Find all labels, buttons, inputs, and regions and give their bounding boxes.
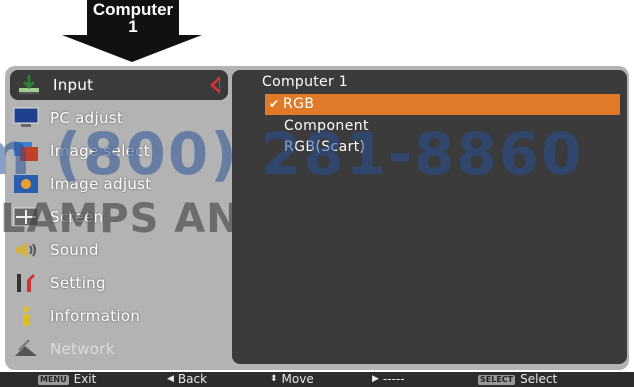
footer-back: ◀ Back — [167, 372, 207, 387]
setting-icon — [12, 271, 40, 295]
callout-arrow-icon — [62, 35, 202, 62]
input-callout: Computer 1 — [62, 0, 202, 62]
sound-icon — [12, 238, 40, 262]
menu-key-icon: MENU — [38, 374, 69, 385]
footer-move: ⬍ Move — [270, 372, 314, 387]
option-rgb[interactable]: ✔ RGB — [265, 94, 620, 115]
menu-item-image-select[interactable]: Image select — [7, 136, 231, 166]
network-icon — [12, 337, 40, 361]
footer-exit-label: Exit — [73, 372, 97, 386]
submenu-title: Computer 1 — [262, 74, 348, 90]
select-key-icon: SELECT — [478, 374, 516, 385]
menu-item-network[interactable]: Network — [7, 334, 231, 364]
menu-item-screen[interactable]: Screen — [7, 202, 231, 232]
option-label: RGB(Scart) — [284, 139, 366, 155]
menu-item-label: Screen — [50, 208, 104, 226]
input-submenu: Computer 1 ✔ RGB Component RGB(Scart) — [232, 70, 627, 364]
main-menu: Input PC adjust Image select Image adjus… — [5, 66, 245, 370]
callout-label: Computer 1 — [87, 0, 179, 36]
menu-item-label: Input — [53, 76, 94, 94]
option-label: RGB — [283, 96, 315, 112]
up-down-arrow-icon: ⬍ — [270, 374, 278, 384]
footer-exit: MENU Exit — [38, 372, 96, 387]
input-icon — [15, 73, 43, 97]
checkmark-icon: ✔ — [269, 97, 280, 111]
right-arrow-icon: ▶ — [372, 374, 379, 384]
selection-pointer-icon — [210, 76, 220, 94]
menu-item-label: Sound — [50, 241, 99, 259]
menu-item-label: Image adjust — [50, 175, 152, 193]
footer-back-label: Back — [177, 372, 208, 386]
menu-item-label: Setting — [50, 274, 106, 292]
information-icon — [12, 304, 40, 328]
menu-item-label: Image select — [50, 142, 150, 160]
menu-item-information[interactable]: Information — [7, 301, 231, 331]
menu-item-input[interactable]: Input — [10, 70, 228, 100]
menu-item-pc-adjust[interactable]: PC adjust — [7, 103, 231, 133]
menu-item-setting[interactable]: Setting — [7, 268, 231, 298]
footer-select-label: Select — [520, 372, 558, 386]
image-adjust-icon — [12, 172, 40, 196]
option-component[interactable]: Component — [266, 116, 369, 137]
footer-select: SELECT Select — [478, 372, 557, 387]
left-arrow-icon: ◀ — [167, 374, 174, 384]
menu-item-label: Network — [50, 340, 115, 358]
osd-menu-panel: Input PC adjust Image select Image adjus… — [5, 66, 629, 370]
option-rgb-scart[interactable]: RGB(Scart) — [266, 137, 366, 158]
callout-line1: Computer — [92, 0, 174, 19]
menu-item-label: Information — [50, 307, 141, 325]
callout-line2: 1 — [128, 17, 138, 36]
footer-next: ▶ ----- — [372, 372, 405, 387]
footer-next-label: ----- — [382, 372, 405, 386]
footer-move-label: Move — [281, 372, 314, 386]
option-label: Component — [284, 118, 369, 134]
menu-item-sound[interactable]: Sound — [7, 235, 231, 265]
menu-item-image-adjust[interactable]: Image adjust — [7, 169, 231, 199]
menu-item-label: PC adjust — [50, 109, 124, 127]
osd-footer: MENU Exit ◀ Back ⬍ Move ▶ ----- SELECT S… — [0, 372, 634, 387]
screen-icon — [12, 205, 40, 229]
image-select-icon — [12, 139, 40, 163]
pc-adjust-icon — [12, 106, 40, 130]
